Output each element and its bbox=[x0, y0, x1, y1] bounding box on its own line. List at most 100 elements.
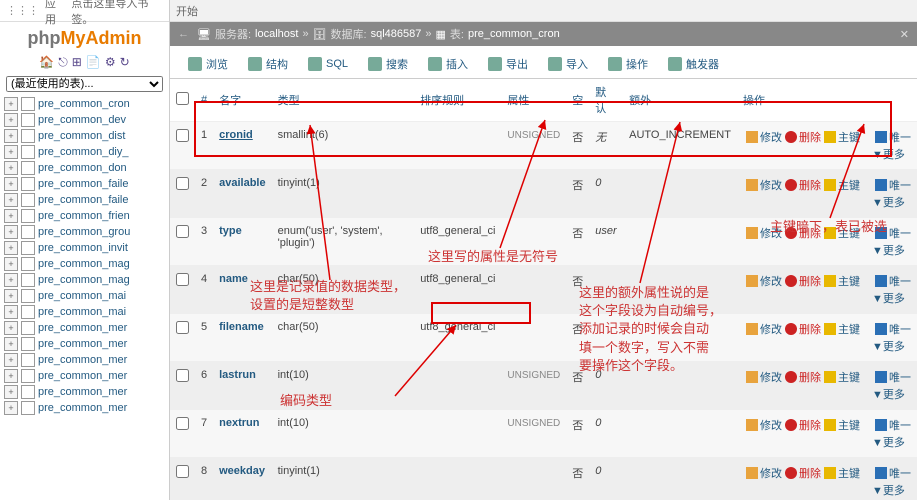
column-name[interactable]: lastrun bbox=[219, 369, 256, 381]
row-checkbox[interactable] bbox=[176, 273, 189, 286]
unique-button[interactable]: 唯一 bbox=[875, 273, 911, 289]
row-checkbox[interactable] bbox=[176, 321, 189, 334]
expand-icon[interactable]: + bbox=[4, 97, 18, 111]
bc-server[interactable]: localhost bbox=[255, 28, 298, 40]
tree-item[interactable]: +pre_common_mag bbox=[0, 272, 169, 288]
settings-icon[interactable]: ⚙ bbox=[105, 55, 116, 70]
tree-item[interactable]: +pre_common_mer bbox=[0, 368, 169, 384]
collapse-icon[interactable]: ← bbox=[178, 28, 189, 40]
tab-导入[interactable]: 导入 bbox=[538, 50, 598, 78]
delete-button[interactable]: 删除 bbox=[785, 417, 821, 433]
column-name[interactable]: type bbox=[219, 225, 242, 237]
tab-浏览[interactable]: 浏览 bbox=[178, 50, 238, 78]
expand-icon[interactable]: + bbox=[4, 353, 18, 367]
docs-icon[interactable]: 📄 bbox=[86, 55, 101, 70]
expand-icon[interactable]: + bbox=[4, 225, 18, 239]
reload-icon[interactable]: ↻ bbox=[120, 55, 130, 70]
delete-button[interactable]: 删除 bbox=[785, 273, 821, 289]
edit-button[interactable]: 修改 bbox=[746, 129, 782, 145]
tree-item[interactable]: +pre_common_faile bbox=[0, 176, 169, 192]
tree-item[interactable]: +pre_common_mai bbox=[0, 304, 169, 320]
edit-button[interactable]: 修改 bbox=[746, 225, 782, 241]
unique-button[interactable]: 唯一 bbox=[875, 417, 911, 433]
column-name[interactable]: name bbox=[219, 273, 248, 285]
recent-tables-select[interactable]: (最近使用的表)... bbox=[6, 76, 163, 92]
row-checkbox[interactable] bbox=[176, 465, 189, 478]
delete-button[interactable]: 删除 bbox=[785, 321, 821, 337]
unique-button[interactable]: 唯一 bbox=[875, 321, 911, 337]
expand-icon[interactable]: + bbox=[4, 241, 18, 255]
expand-icon[interactable]: + bbox=[4, 273, 18, 287]
primary-key-button[interactable]: 主键 bbox=[824, 369, 860, 385]
delete-button[interactable]: 删除 bbox=[785, 369, 821, 385]
tree-item[interactable]: +pre_common_frien bbox=[0, 208, 169, 224]
start-link[interactable]: 开始 bbox=[176, 3, 198, 19]
table-tree[interactable]: +pre_common_cron+pre_common_dev+pre_comm… bbox=[0, 94, 169, 500]
expand-icon[interactable]: + bbox=[4, 145, 18, 159]
primary-key-button[interactable]: 主键 bbox=[824, 225, 860, 241]
tab-插入[interactable]: 插入 bbox=[418, 50, 478, 78]
more-dropdown[interactable]: ▼更多 bbox=[872, 245, 905, 257]
primary-key-button[interactable]: 主键 bbox=[824, 273, 860, 289]
tree-item[interactable]: +pre_common_grou bbox=[0, 224, 169, 240]
expand-icon[interactable]: + bbox=[4, 177, 18, 191]
more-dropdown[interactable]: ▼更多 bbox=[872, 341, 905, 353]
bc-table[interactable]: pre_common_cron bbox=[468, 28, 560, 40]
unique-button[interactable]: 唯一 bbox=[875, 225, 911, 241]
tree-item[interactable]: +pre_common_mer bbox=[0, 384, 169, 400]
more-dropdown[interactable]: ▼更多 bbox=[872, 389, 905, 401]
tree-item[interactable]: +pre_common_faile bbox=[0, 192, 169, 208]
tree-item[interactable]: +pre_common_don bbox=[0, 160, 169, 176]
more-dropdown[interactable]: ▼更多 bbox=[872, 485, 905, 497]
edit-button[interactable]: 修改 bbox=[746, 177, 782, 193]
unique-button[interactable]: 唯一 bbox=[875, 465, 911, 481]
sql-icon[interactable]: ⊞ bbox=[72, 55, 82, 70]
tree-item[interactable]: +pre_common_mer bbox=[0, 320, 169, 336]
column-name[interactable]: cronid bbox=[219, 129, 253, 141]
tree-item[interactable]: +pre_common_mer bbox=[0, 336, 169, 352]
row-checkbox[interactable] bbox=[176, 369, 189, 382]
tab-触发器[interactable]: 触发器 bbox=[658, 50, 729, 78]
delete-button[interactable]: 删除 bbox=[785, 465, 821, 481]
expand-icon[interactable]: + bbox=[4, 161, 18, 175]
tree-item[interactable]: +pre_common_cron bbox=[0, 96, 169, 112]
home-icon[interactable]: 🏠 bbox=[39, 55, 54, 70]
edit-button[interactable]: 修改 bbox=[746, 273, 782, 289]
more-dropdown[interactable]: ▼更多 bbox=[872, 197, 905, 209]
column-name[interactable]: available bbox=[219, 177, 265, 189]
bc-db[interactable]: sql486587 bbox=[371, 28, 422, 40]
more-dropdown[interactable]: ▼更多 bbox=[872, 149, 905, 161]
unique-button[interactable]: 唯一 bbox=[875, 369, 911, 385]
expand-icon[interactable]: + bbox=[4, 401, 18, 415]
expand-icon[interactable]: + bbox=[4, 209, 18, 223]
primary-key-button[interactable]: 主键 bbox=[824, 321, 860, 337]
expand-icon[interactable]: + bbox=[4, 321, 18, 335]
edit-button[interactable]: 修改 bbox=[746, 417, 782, 433]
tree-item[interactable]: +pre_common_mer bbox=[0, 352, 169, 368]
tab-搜索[interactable]: 搜索 bbox=[358, 50, 418, 78]
tab-操作[interactable]: 操作 bbox=[598, 50, 658, 78]
edit-button[interactable]: 修改 bbox=[746, 465, 782, 481]
delete-button[interactable]: 删除 bbox=[785, 129, 821, 145]
delete-button[interactable]: 删除 bbox=[785, 177, 821, 193]
expand-icon[interactable]: + bbox=[4, 385, 18, 399]
row-checkbox[interactable] bbox=[176, 417, 189, 430]
row-checkbox[interactable] bbox=[176, 177, 189, 190]
delete-button[interactable]: 删除 bbox=[785, 225, 821, 241]
tree-item[interactable]: +pre_common_mai bbox=[0, 288, 169, 304]
tree-item[interactable]: +pre_common_diy_ bbox=[0, 144, 169, 160]
tree-item[interactable]: +pre_common_invit bbox=[0, 240, 169, 256]
close-icon[interactable]: ✕ bbox=[900, 28, 909, 41]
tree-item[interactable]: +pre_common_mer bbox=[0, 400, 169, 416]
column-name[interactable]: weekday bbox=[219, 465, 265, 477]
expand-icon[interactable]: + bbox=[4, 257, 18, 271]
unique-button[interactable]: 唯一 bbox=[875, 129, 911, 145]
more-dropdown[interactable]: ▼更多 bbox=[872, 293, 905, 305]
tab-导出[interactable]: 导出 bbox=[478, 50, 538, 78]
expand-icon[interactable]: + bbox=[4, 305, 18, 319]
check-all[interactable] bbox=[176, 92, 189, 105]
expand-icon[interactable]: + bbox=[4, 337, 18, 351]
edit-button[interactable]: 修改 bbox=[746, 369, 782, 385]
expand-icon[interactable]: + bbox=[4, 289, 18, 303]
unique-button[interactable]: 唯一 bbox=[875, 177, 911, 193]
